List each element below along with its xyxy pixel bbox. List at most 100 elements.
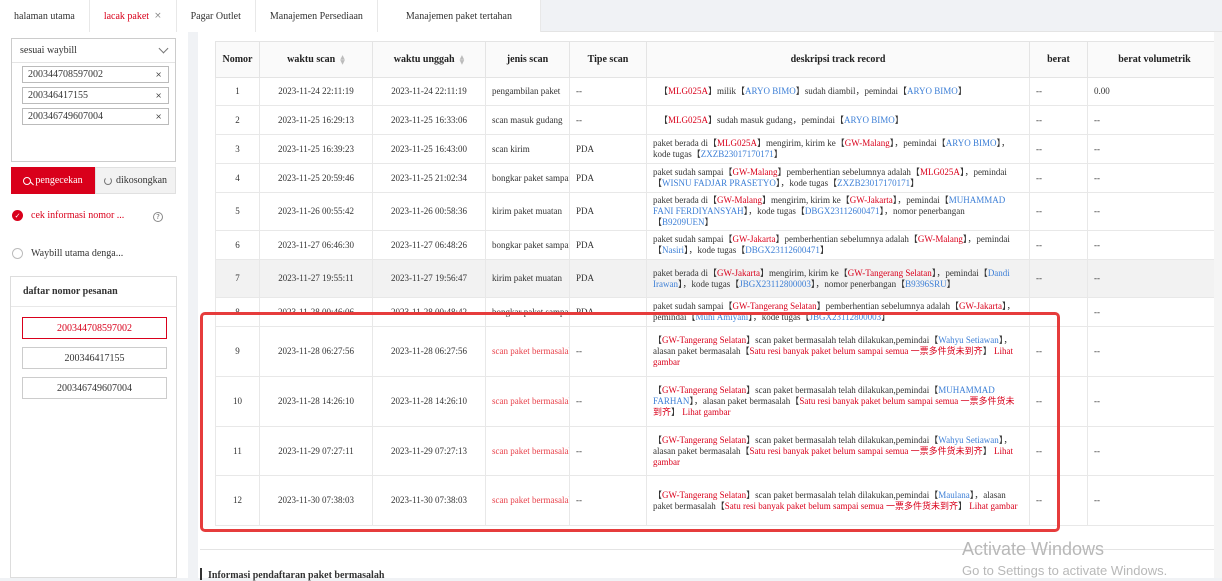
activate-windows-title: Activate Windows — [962, 539, 1105, 559]
col-waktu-scan[interactable]: waktu scan ▲ ▼ — [259, 41, 373, 78]
cell-tipe-scan: PDA — [569, 134, 647, 164]
tab-manajemen-persediaan[interactable]: Manajemen Persediaan — [255, 0, 378, 32]
cell-waktu-scan: 2023-11-25 16:39:23 — [259, 134, 373, 164]
cell-waktu-unggah: 2023-11-27 06:48:26 — [372, 230, 486, 260]
cell-deskripsi: paket sudah sampai【GW-Malang】pemberhenti… — [646, 163, 1030, 193]
table-row: 4 2023-11-25 20:59:46 2023-11-25 21:02:3… — [215, 163, 1222, 193]
tab-bar: halaman utama lacak paket × Pagar Outlet … — [0, 0, 1222, 32]
cell-deskripsi: paket berada di【GW-Jakarta】mengirim, kir… — [646, 259, 1030, 298]
close-icon[interactable]: × — [154, 11, 162, 21]
cell-berat-volumetrik: -- — [1087, 376, 1222, 427]
radio-unchecked-icon — [12, 248, 23, 259]
option-cek-informasi[interactable]: ✓ cek informasi nomor ... — [12, 210, 124, 221]
cell-berat-volumetrik: -- — [1087, 475, 1222, 526]
chevron-down-icon — [158, 43, 169, 54]
list-item[interactable]: 200346417155 — [22, 347, 167, 369]
remove-icon[interactable]: × — [155, 91, 162, 100]
cell-nomor: 6 — [215, 230, 260, 260]
waybill-tag: 200346417155 × — [22, 87, 169, 104]
list-item[interactable]: 200344708597002 — [22, 317, 167, 339]
cell-jenis-scan: kirim paket muatan — [485, 259, 570, 298]
cell-waktu-scan: 2023-11-24 22:11:19 — [259, 77, 373, 106]
col-berat: berat — [1029, 41, 1088, 78]
cell-berat-volumetrik: -- — [1087, 259, 1222, 298]
col-deskripsi: deskripsi track record — [646, 41, 1030, 78]
waybill-tag: 200344708597002 × — [22, 66, 169, 83]
cell-berat: -- — [1029, 134, 1088, 164]
cell-berat: -- — [1029, 192, 1088, 231]
search-button[interactable]: pengecekan — [11, 167, 95, 194]
highlight-box — [200, 312, 1060, 532]
cell-berat: -- — [1029, 163, 1088, 193]
order-list-title: daftar nomor pesanan — [11, 277, 176, 307]
cell-jenis-scan: scan masuk gudang — [485, 105, 570, 135]
col-tipe-scan: Tipe scan — [569, 41, 647, 78]
remove-icon[interactable]: × — [155, 70, 162, 79]
help-icon[interactable]: ? — [153, 212, 163, 222]
sort-icon[interactable]: ▲ ▼ — [340, 54, 345, 65]
col-waktu-unggah[interactable]: waktu unggah ▲ ▼ — [372, 41, 486, 78]
waybill-tag: 200346749607004 × — [22, 108, 169, 125]
cell-berat-volumetrik: -- — [1087, 230, 1222, 260]
section-title: Informasi pendaftaran paket bermasalah — [208, 570, 385, 581]
cell-berat-volumetrik: -- — [1087, 134, 1222, 164]
cell-deskripsi: paket sudah sampai【GW-Jakarta】pemberhent… — [646, 230, 1030, 260]
left-panel: sesuai waybill 200344708597002 × 20034641… — [0, 32, 188, 578]
tab-manajemen-paket-tertahan[interactable]: Manajemen paket tertahan — [377, 0, 541, 32]
cell-berat-volumetrik: -- — [1087, 105, 1222, 135]
tab-pagar-outlet[interactable]: Pagar Outlet — [176, 0, 256, 32]
col-berat-volumetrik: berat volumetrik — [1087, 41, 1222, 78]
cell-deskripsi: paket berada di【GW-Malang】mengirim, kiri… — [646, 192, 1030, 231]
cell-waktu-unggah: 2023-11-27 19:56:47 — [372, 259, 486, 298]
list-item[interactable]: 200346749607004 — [22, 377, 167, 399]
cell-berat-volumetrik: -- — [1087, 426, 1222, 476]
cell-berat-volumetrik: -- — [1087, 163, 1222, 193]
cell-berat-volumetrik: -- — [1087, 192, 1222, 231]
cell-deskripsi: 【MLG025A】milik【ARYO BIMO】sudah diambil，p… — [646, 77, 1030, 106]
cell-waktu-scan: 2023-11-25 20:59:46 — [259, 163, 373, 193]
col-jenis-scan: jenis scan — [485, 41, 570, 78]
option-waybill-utama[interactable]: Waybill utama denga... — [12, 248, 123, 259]
cell-berat: -- — [1029, 230, 1088, 260]
table-row: 3 2023-11-25 16:39:23 2023-11-25 16:43:0… — [215, 134, 1222, 164]
cell-waktu-unggah: 2023-11-26 00:58:36 — [372, 192, 486, 231]
vertical-scrollbar[interactable] — [1214, 32, 1222, 578]
radio-checked-icon: ✓ — [12, 210, 23, 221]
cell-tipe-scan: -- — [569, 105, 647, 135]
cell-berat-volumetrik: 0.00 — [1087, 77, 1222, 106]
cell-berat: -- — [1029, 105, 1088, 135]
remove-icon[interactable]: × — [155, 112, 162, 121]
cell-nomor: 5 — [215, 192, 260, 231]
table-row: 7 2023-11-27 19:55:11 2023-11-27 19:56:4… — [215, 259, 1222, 298]
order-list-panel: daftar nomor pesanan 200344708597002 200… — [10, 276, 177, 578]
cell-deskripsi: paket berada di【MLG025A】mengirim, kirim … — [646, 134, 1030, 164]
cell-jenis-scan: scan kirim — [485, 134, 570, 164]
reset-button[interactable]: dikosongkan — [95, 167, 176, 194]
cell-nomor: 7 — [215, 259, 260, 298]
search-type-select[interactable]: sesuai waybill — [12, 39, 175, 63]
cell-deskripsi: 【MLG025A】sudah masuk gudang，pemindai【ARY… — [646, 105, 1030, 135]
cell-jenis-scan: pengambilan paket — [485, 77, 570, 106]
table-row: 5 2023-11-26 00:55:42 2023-11-26 00:58:3… — [215, 192, 1222, 231]
table-row: 2 2023-11-25 16:29:13 2023-11-25 16:33:0… — [215, 105, 1222, 135]
cell-jenis-scan: bongkar paket sampai — [485, 163, 570, 193]
cell-jenis-scan: bongkar paket sampai — [485, 230, 570, 260]
cell-tipe-scan: PDA — [569, 163, 647, 193]
activate-windows-subtitle: Go to Settings to activate Windows. — [962, 563, 1168, 578]
sort-icon[interactable]: ▲ ▼ — [460, 54, 465, 65]
tab-lacak-paket[interactable]: lacak paket × — [89, 0, 177, 32]
cell-nomor: 2 — [215, 105, 260, 135]
cell-berat-volumetrik: -- — [1087, 326, 1222, 377]
cell-berat: -- — [1029, 77, 1088, 106]
cell-waktu-unggah: 2023-11-25 16:43:00 — [372, 134, 486, 164]
panel-divider — [188, 32, 198, 578]
cell-berat-volumetrik: -- — [1087, 297, 1222, 327]
waybill-search-box: sesuai waybill 200344708597002 × 20034641… — [11, 38, 176, 162]
cell-tipe-scan: PDA — [569, 192, 647, 231]
tab-halaman-utama[interactable]: halaman utama — [0, 0, 90, 32]
cell-nomor: 3 — [215, 134, 260, 164]
cell-nomor: 4 — [215, 163, 260, 193]
col-nomor: Nomor — [215, 41, 260, 78]
cell-waktu-scan: 2023-11-25 16:29:13 — [259, 105, 373, 135]
cell-nomor: 1 — [215, 77, 260, 106]
